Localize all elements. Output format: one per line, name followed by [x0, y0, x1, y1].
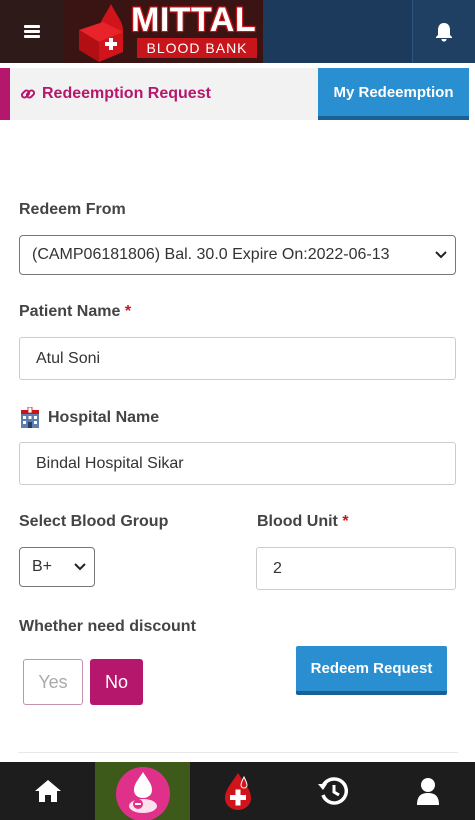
- tab-bar: Redeemption Request My Redeemption: [0, 68, 475, 120]
- tab-redeemption-request-label: Redeemption Request: [42, 85, 211, 102]
- menu-button[interactable]: [0, 0, 63, 63]
- history-icon: [317, 777, 348, 805]
- divider: [18, 752, 458, 753]
- nav-profile[interactable]: [380, 762, 475, 820]
- hospital-icon: [21, 407, 39, 428]
- blood-unit-value: 2: [273, 559, 282, 577]
- nav-history[interactable]: [285, 762, 380, 820]
- required-mark: *: [342, 513, 349, 530]
- blood-drop-logo-icon: [79, 4, 123, 62]
- hospital-name-input[interactable]: Bindal Hospital Sikar: [19, 442, 456, 485]
- discount-label: Whether need discount: [19, 618, 196, 635]
- nav-home[interactable]: [0, 762, 95, 820]
- blood-group-label: Select Blood Group: [19, 513, 169, 530]
- hospital-name-value: Bindal Hospital Sikar: [36, 454, 184, 472]
- chevron-down-icon: [74, 563, 86, 571]
- hospital-name-label: Hospital Name: [19, 407, 159, 429]
- notifications-button[interactable]: [412, 0, 475, 63]
- donor-icon: [115, 767, 170, 820]
- hamburger-icon: [23, 25, 40, 38]
- redeem-from-select[interactable]: (CAMP06181806) Bal. 30.0 Expire On:2022-…: [19, 235, 456, 275]
- blood-group-value: B+: [32, 558, 53, 575]
- patient-name-value: Atul Soni: [36, 349, 101, 367]
- link-icon: [20, 89, 36, 99]
- patient-name-label-text: Patient Name: [19, 303, 121, 320]
- blood-group-select[interactable]: B+: [19, 547, 95, 587]
- blood-unit-input[interactable]: 2: [256, 547, 456, 590]
- redeem-from-value: (CAMP06181806) Bal. 30.0 Expire On:2022-…: [32, 246, 390, 263]
- required-mark: *: [124, 303, 132, 320]
- chevron-down-icon: [435, 251, 447, 259]
- blood-drop-icon: [224, 773, 251, 810]
- bottom-nav: [0, 762, 475, 820]
- tab-my-redeemption[interactable]: My Redeemption: [318, 68, 469, 120]
- tab-redeemption-request[interactable]: Redeemption Request: [0, 68, 318, 120]
- patient-name-label: Patient Name *: [19, 303, 131, 321]
- brand-logo: MITTAL BLOOD BANK: [63, 0, 263, 63]
- discount-yes-button[interactable]: Yes: [23, 659, 83, 705]
- profile-icon: [416, 778, 439, 805]
- patient-name-input[interactable]: Atul Soni: [19, 337, 456, 380]
- hospital-name-label-text: Hospital Name: [48, 409, 160, 426]
- top-bar: MITTAL BLOOD BANK: [0, 0, 475, 63]
- blood-unit-label: Blood Unit *: [257, 513, 349, 531]
- bell-icon: [436, 22, 452, 41]
- blood-unit-label-text: Blood Unit: [257, 513, 338, 530]
- brand-title: MITTAL: [131, 1, 257, 39]
- discount-no-button[interactable]: No: [90, 659, 143, 705]
- redeem-request-button[interactable]: Redeem Request: [296, 646, 447, 695]
- brand-subtitle: BLOOD BANK: [137, 38, 257, 58]
- home-icon: [34, 780, 61, 802]
- redeem-from-label: Redeem From: [19, 201, 126, 218]
- nav-blood-request[interactable]: [190, 762, 285, 820]
- nav-donor[interactable]: [95, 762, 190, 820]
